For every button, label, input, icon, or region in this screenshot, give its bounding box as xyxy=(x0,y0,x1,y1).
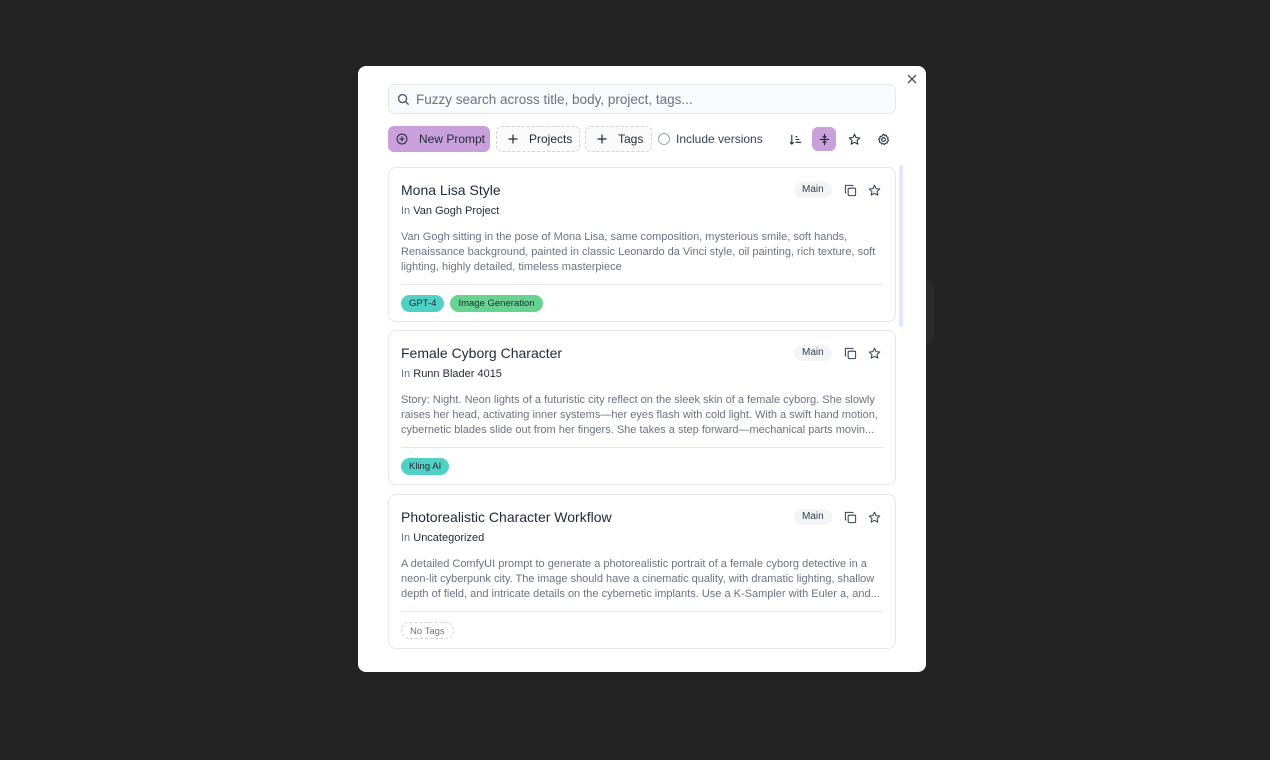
prompt-body: Van Gogh sitting in the pose of Mona Lis… xyxy=(401,231,876,273)
projects-label: Projects xyxy=(529,132,573,146)
new-prompt-label: New Prompt xyxy=(419,132,486,146)
tag-chip[interactable]: Image Generation xyxy=(450,295,543,312)
prompt-library-modal: New Prompt Projects Tags Include version… xyxy=(358,66,926,672)
tag-chip[interactable]: Kling AI xyxy=(401,458,450,475)
search-input[interactable] xyxy=(416,91,886,107)
toolbar: New Prompt Projects Tags Include version… xyxy=(388,126,896,152)
include-versions-label: Include versions xyxy=(676,132,763,146)
projects-filter-button[interactable]: Projects xyxy=(496,126,580,152)
tags-label: Tags xyxy=(618,132,644,146)
star-icon xyxy=(868,184,880,196)
no-tags-chip: No Tags xyxy=(401,622,454,639)
copy-icon xyxy=(844,184,856,196)
prompt-title: Female Cyborg Character xyxy=(401,345,563,361)
favorites-filter-button[interactable] xyxy=(842,127,866,151)
prompt-project: In Uncategorized xyxy=(401,532,484,544)
favorite-button[interactable] xyxy=(866,345,882,361)
copy-button[interactable] xyxy=(842,182,858,198)
prompt-body: Story: Night. Neon lights of a futuristi… xyxy=(401,394,878,436)
divider xyxy=(401,284,883,285)
collapse-vertical-icon xyxy=(819,133,829,145)
tag-list: No Tags xyxy=(401,622,454,639)
search-box xyxy=(388,84,896,114)
in-label: In xyxy=(401,532,411,544)
copy-icon xyxy=(844,347,856,359)
project-name[interactable]: Runn Blader 4015 xyxy=(413,368,502,380)
include-versions-radio[interactable] xyxy=(658,133,670,145)
prompt-list: Mona Lisa Style In Van Gogh Project Main… xyxy=(388,167,896,659)
prompt-card[interactable]: Photorealistic Character Workflow In Unc… xyxy=(388,494,896,649)
prompt-title: Photorealistic Character Workflow xyxy=(401,509,612,525)
compact-view-button[interactable] xyxy=(812,127,836,151)
sort-icon xyxy=(789,134,801,145)
copy-button[interactable] xyxy=(842,345,858,361)
star-icon xyxy=(868,347,880,359)
plus-icon xyxy=(597,134,607,144)
project-name[interactable]: Van Gogh Project xyxy=(413,205,499,217)
divider xyxy=(401,447,883,448)
prompt-project: In Van Gogh Project xyxy=(401,205,499,217)
in-label: In xyxy=(401,205,411,217)
star-icon xyxy=(868,511,880,523)
gear-icon xyxy=(877,133,889,145)
prompt-project: In Runn Blader 4015 xyxy=(401,368,502,380)
plus-circle-icon xyxy=(396,133,408,145)
prompt-body: A detailed ComfyUI prompt to generate a … xyxy=(401,558,880,600)
close-button[interactable] xyxy=(904,71,920,87)
tag-list: GPT-4 Image Generation xyxy=(401,295,543,312)
copy-button[interactable] xyxy=(842,509,858,525)
prompt-title: Mona Lisa Style xyxy=(401,182,501,198)
include-versions-toggle[interactable]: Include versions xyxy=(658,126,763,152)
new-prompt-button[interactable]: New Prompt xyxy=(388,126,490,152)
prompt-card[interactable]: Female Cyborg Character In Runn Blader 4… xyxy=(388,330,896,485)
tag-list: Kling AI xyxy=(401,458,450,475)
list-scrollbar[interactable] xyxy=(899,165,903,327)
branch-badge: Main xyxy=(794,509,832,525)
prompt-card[interactable]: Mona Lisa Style In Van Gogh Project Main… xyxy=(388,167,896,322)
star-icon xyxy=(848,133,860,145)
search-icon xyxy=(397,93,410,105)
tag-chip[interactable]: GPT-4 xyxy=(401,295,445,312)
in-label: In xyxy=(401,368,411,380)
settings-button[interactable] xyxy=(871,127,895,151)
plus-icon xyxy=(508,134,518,144)
tags-filter-button[interactable]: Tags xyxy=(585,126,652,152)
favorite-button[interactable] xyxy=(866,182,882,198)
project-name[interactable]: Uncategorized xyxy=(413,532,484,544)
divider xyxy=(401,611,883,612)
branch-badge: Main xyxy=(794,345,832,361)
close-icon xyxy=(907,74,917,84)
sort-button[interactable] xyxy=(783,127,807,151)
branch-badge: Main xyxy=(794,182,832,198)
copy-icon xyxy=(844,511,856,523)
favorite-button[interactable] xyxy=(866,509,882,525)
